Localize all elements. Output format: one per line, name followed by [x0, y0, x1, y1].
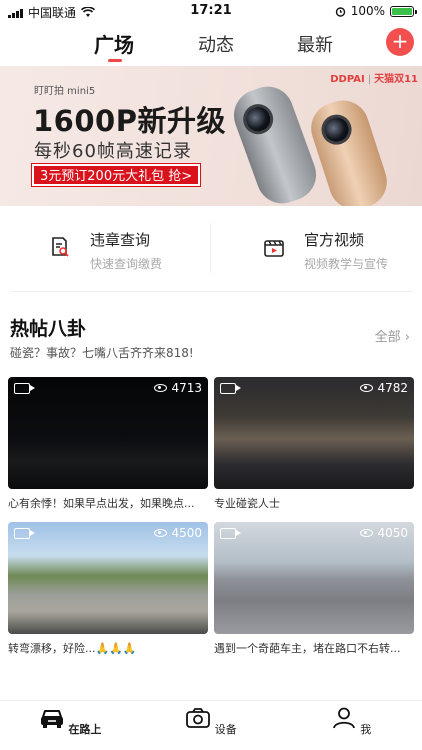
video-caption: 专业碰瓷人士: [214, 497, 280, 510]
video-thumbnail[interactable]: 4713: [8, 377, 208, 489]
view-all-link[interactable]: 全部 ›: [375, 326, 410, 345]
video-caption: 转弯漂移，好险...🙏🙏🙏: [8, 642, 137, 655]
eye-icon: [154, 529, 168, 537]
car-icon: [40, 710, 63, 728]
video-camera-icon: [14, 383, 35, 394]
video-card[interactable]: 4050 遇到一个奇葩车主，堵在路口不右转...: [214, 522, 414, 656]
video-thumbnail[interactable]: 4500: [8, 522, 208, 634]
section-title: 热帖八卦: [10, 318, 87, 340]
banner-tagline: 每秒60帧高速记录: [34, 141, 192, 162]
view-count: 4050: [360, 526, 408, 540]
view-count: 4782: [360, 381, 408, 395]
video-card[interactable]: 4713 心有余悸！如果早点出发，如果晚点...: [8, 377, 208, 511]
battery-percent: 100%: [350, 4, 385, 18]
nav-label: 设备: [214, 723, 237, 736]
banner-brand: DDPAI | 天猫双11: [330, 74, 418, 85]
add-post-button[interactable]: +: [386, 28, 414, 56]
eye-icon: [360, 529, 374, 537]
nav-on-the-road[interactable]: 在路上: [30, 707, 110, 737]
video-camera-icon: [220, 383, 241, 394]
violation-query-subtitle: 快速查询缴费: [90, 257, 163, 271]
quick-links: 违章查询 快速查询缴费 官方视频 视频教学与宣传: [0, 207, 422, 291]
section-divider: [10, 291, 412, 292]
person-icon: [332, 707, 355, 729]
campaign-label: 天猫双11: [374, 74, 418, 85]
section-subtitle: 碰瓷？事故？七嘴八舌齐齐来818!: [10, 346, 194, 360]
camera-icon: [186, 708, 211, 728]
alarm-icon: [335, 6, 345, 17]
top-tab-bar: 广场 动态 最新 +: [0, 24, 422, 66]
official-video-link[interactable]: 官方视频 视频教学与宣传: [262, 229, 388, 272]
official-video-title: 官方视频: [304, 231, 365, 249]
video-camera-icon: [220, 528, 241, 539]
violation-query-title: 违章查询: [90, 231, 151, 249]
banner-promo-button[interactable]: 3元预订200元大礼包 抢>: [32, 164, 201, 186]
eye-icon: [360, 384, 374, 392]
active-tab-indicator: [108, 59, 122, 62]
status-bar: 中国联通 17:21 100%: [0, 0, 422, 24]
view-count: 4713: [154, 381, 202, 395]
video-thumbnail[interactable]: 4050: [214, 522, 414, 634]
video-thumbnail[interactable]: 4782: [214, 377, 414, 489]
tab-latest[interactable]: 最新: [297, 31, 333, 57]
nav-device[interactable]: 设备: [171, 707, 251, 737]
banner-headline: 1600P新升级: [33, 104, 226, 138]
divider: [210, 223, 211, 273]
video-caption: 遇到一个奇葩车主，堵在路口不右转...: [214, 642, 401, 655]
video-camera-icon: [14, 528, 35, 539]
eye-icon: [154, 384, 168, 392]
video-card[interactable]: 4500 转弯漂移，好险...🙏🙏🙏: [8, 522, 208, 656]
nav-label: 我: [360, 723, 372, 736]
document-search-icon: [52, 237, 69, 257]
nav-me[interactable]: 我: [311, 707, 391, 737]
video-clapper-icon: [264, 240, 284, 257]
bottom-nav: 在路上 设备 我: [0, 700, 422, 750]
video-caption: 心有余悸！如果早点出发，如果晚点...: [8, 497, 195, 510]
violation-query-link[interactable]: 违章查询 快速查询缴费: [48, 229, 162, 272]
battery-icon: [390, 5, 417, 17]
plus-icon: +: [391, 29, 409, 53]
official-video-subtitle: 视频教学与宣传: [304, 257, 389, 271]
tab-square[interactable]: 广场: [94, 29, 134, 58]
nav-label: 在路上: [68, 723, 102, 736]
promo-banner[interactable]: DDPAI | 天猫双11 盯盯拍 mini5 1600P新升级 每秒60帧高速记录…: [0, 66, 422, 206]
banner-product-name: 盯盯拍 mini5: [34, 86, 96, 97]
dashcam-gold-image: [304, 93, 394, 206]
brand-logo-text: DDPAI: [330, 74, 365, 85]
dashcam-silver-image: [226, 79, 324, 206]
video-card[interactable]: 4782 专业碰瓷人士: [214, 377, 414, 511]
view-count: 4500: [154, 526, 202, 540]
tab-activity[interactable]: 动态: [198, 31, 234, 57]
